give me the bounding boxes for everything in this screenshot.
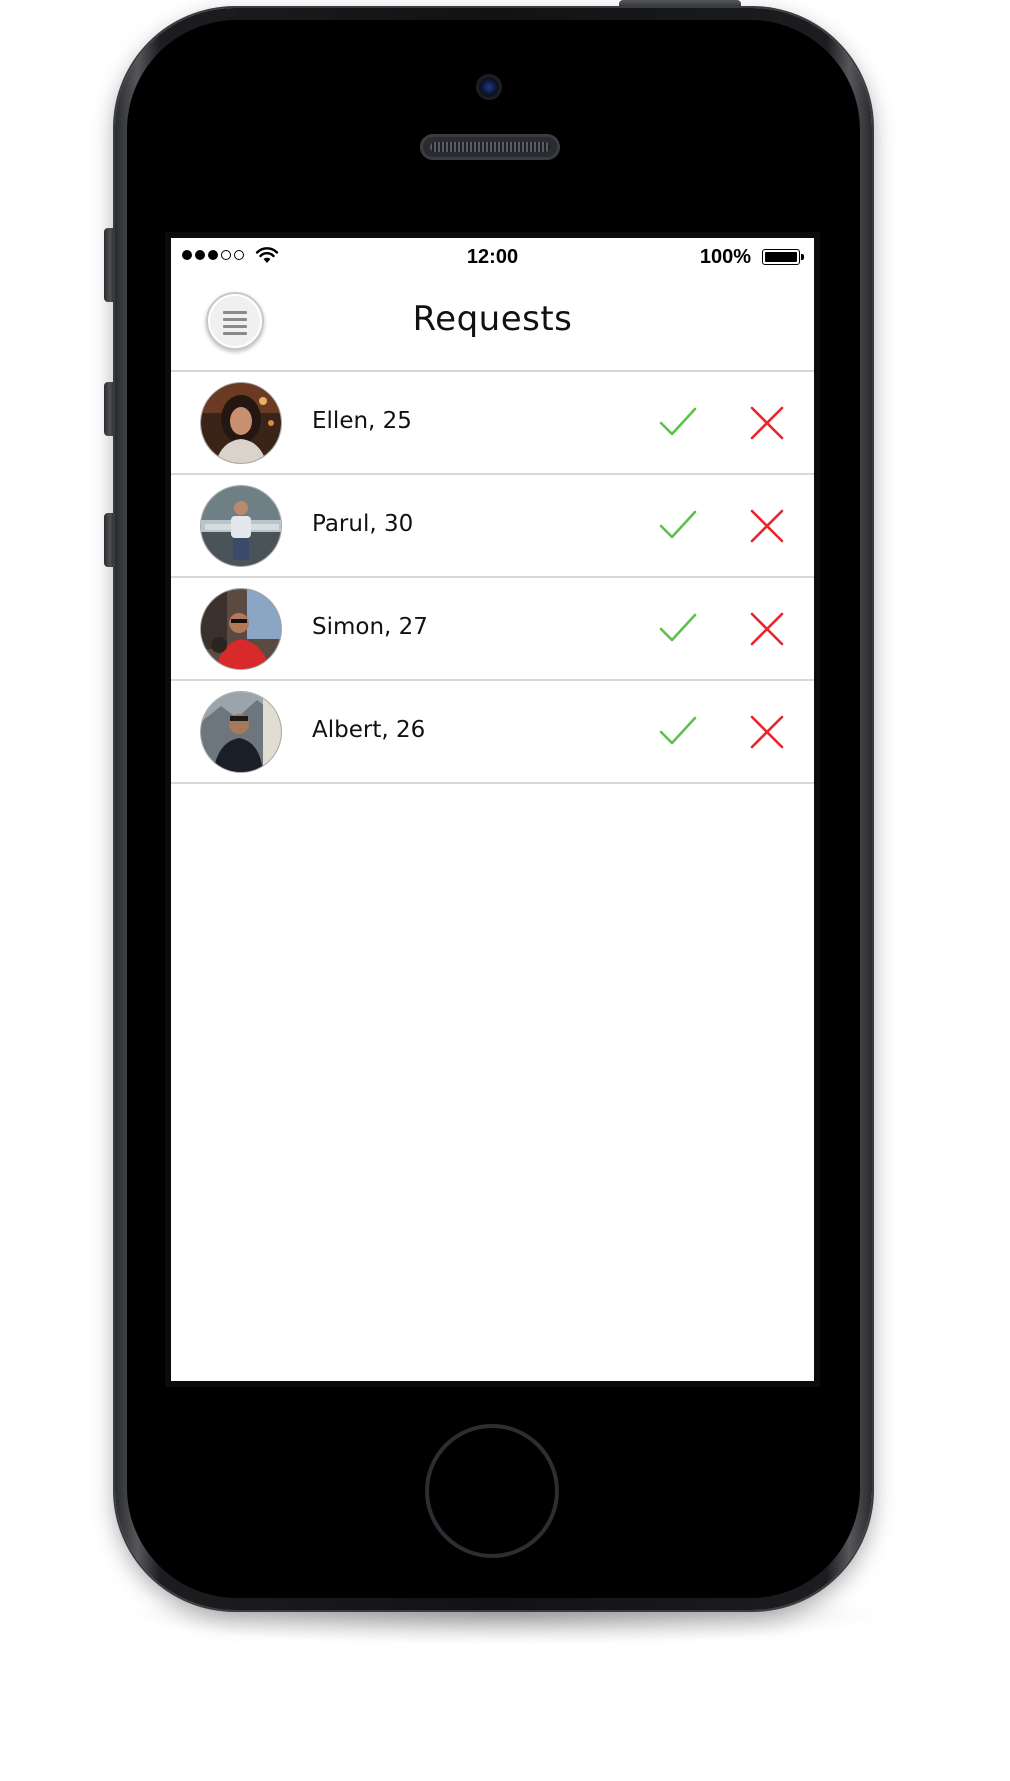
avatar-parul[interactable] — [200, 485, 282, 567]
avatar-simon[interactable] — [200, 588, 282, 670]
request-row: Albert, 26 — [171, 681, 814, 784]
cross-icon — [750, 715, 784, 749]
battery-percent: 100% — [699, 246, 751, 268]
request-name: Ellen, 25 — [312, 408, 412, 434]
request-row: Simon, 27 — [171, 578, 814, 681]
page-title: Requests — [412, 299, 573, 339]
accept-button[interactable] — [658, 711, 698, 751]
cross-icon — [750, 509, 784, 543]
reject-button[interactable] — [747, 403, 787, 443]
request-name: Simon, 27 — [312, 614, 428, 640]
profile-photo-ellen — [201, 383, 281, 463]
avatar-albert[interactable] — [200, 691, 282, 773]
accept-button[interactable] — [658, 608, 698, 648]
accept-button[interactable] — [658, 505, 698, 545]
profile-photo-parul — [201, 486, 281, 566]
battery-icon — [762, 249, 804, 265]
cross-icon — [750, 406, 784, 440]
request-row: Ellen, 25 — [171, 372, 814, 475]
mockup-stage: 12:00 100% Requests Ellen, 25 Parul, 30 … — [0, 0, 1010, 1781]
reject-button[interactable] — [747, 506, 787, 546]
checkmark-icon — [659, 716, 697, 745]
battery-fill — [765, 252, 797, 262]
earpiece-speaker — [420, 134, 560, 160]
request-list: Ellen, 25 Parul, 30 Simon, 27 Albert, 26 — [171, 372, 814, 784]
checkmark-icon — [659, 407, 697, 436]
reject-button[interactable] — [747, 609, 787, 649]
request-row: Parul, 30 — [171, 475, 814, 578]
avatar-ellen[interactable] — [200, 382, 282, 464]
reject-button[interactable] — [747, 712, 787, 752]
status-bar: 12:00 100% — [171, 238, 814, 272]
checkmark-icon — [659, 613, 697, 642]
checkmark-icon — [659, 510, 697, 539]
profile-photo-simon — [201, 589, 281, 669]
navigation-bar: Requests — [171, 272, 814, 372]
front-camera — [476, 74, 502, 100]
accept-button[interactable] — [658, 402, 698, 442]
request-name: Parul, 30 — [312, 511, 414, 537]
profile-photo-albert — [201, 692, 281, 772]
home-button[interactable] — [425, 1424, 559, 1558]
request-name: Albert, 26 — [312, 717, 426, 743]
cross-icon — [750, 612, 784, 646]
phone-screen: 12:00 100% Requests Ellen, 25 Parul, 30 … — [165, 232, 820, 1387]
